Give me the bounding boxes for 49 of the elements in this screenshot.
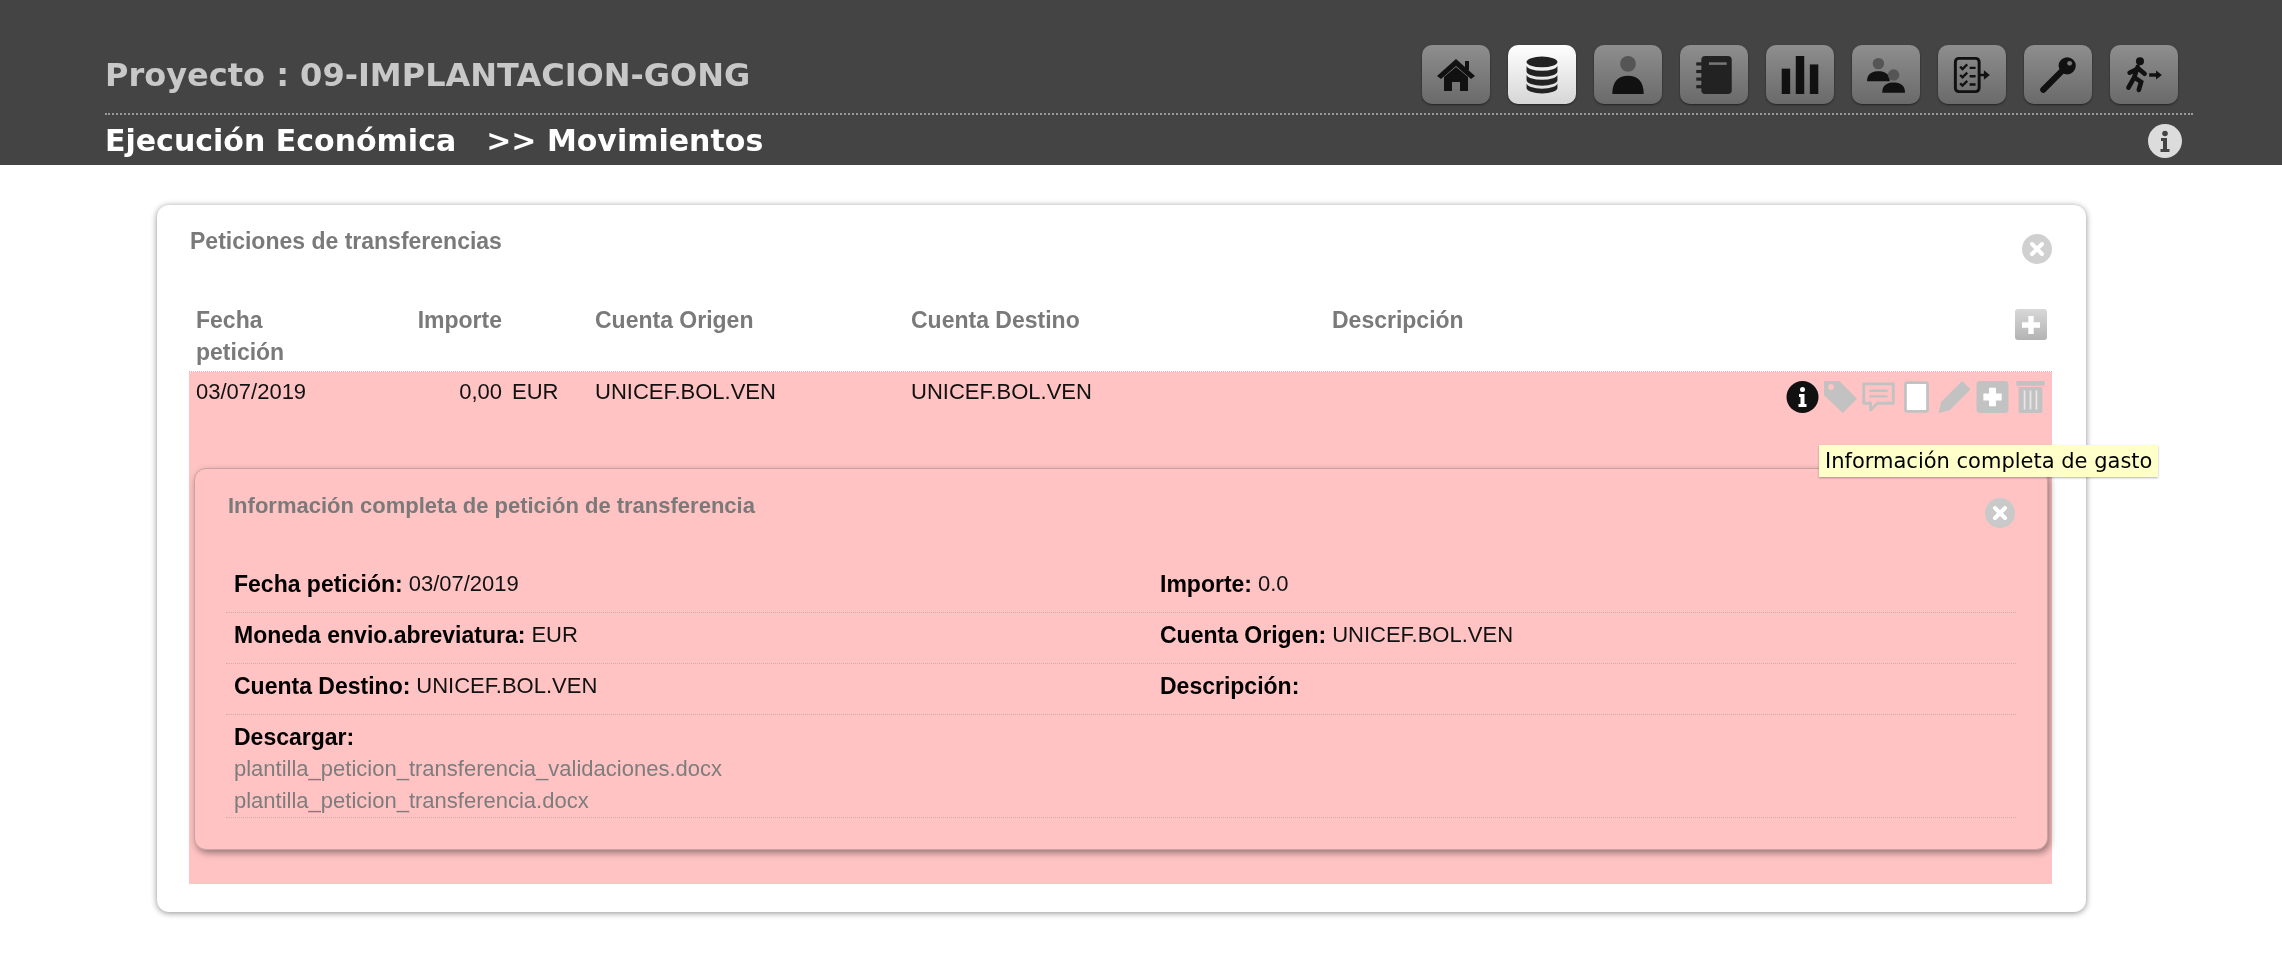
home-button[interactable]: [1422, 45, 1490, 104]
checklist-button[interactable]: [1938, 45, 2006, 104]
users-button[interactable]: [1852, 45, 1920, 104]
info-icon[interactable]: [1786, 381, 1819, 413]
key-button[interactable]: [2024, 45, 2092, 104]
plus-icon: [2022, 315, 2040, 334]
column-header: Descripción: [1332, 306, 1465, 335]
notebook-icon: [1695, 55, 1733, 94]
field-value: 0.0: [1258, 570, 1289, 598]
users-icon: [1867, 55, 1905, 94]
breadcrumb-link[interactable]: Ejecución Económica: [105, 123, 457, 159]
table-cell-text: 03/07/2019: [196, 378, 308, 406]
exit-button[interactable]: [2110, 45, 2178, 104]
field-value: UNICEF.BOL.VEN: [1332, 621, 1514, 649]
column-header: Cuenta Destino: [911, 306, 1081, 335]
download-label: Descargar:: [234, 723, 355, 752]
user-button[interactable]: [1594, 45, 1662, 104]
breadcrumb-current: >> Movimientos: [486, 123, 764, 159]
file-link[interactable]: plantilla_peticion_transferencia_validaciones.docx: [234, 753, 722, 785]
database-button[interactable]: [1508, 45, 1576, 104]
info-icon[interactable]: [2148, 124, 2182, 158]
table-cell-text: UNICEF.BOL.VEN: [595, 378, 777, 406]
user-icon: [1609, 55, 1647, 94]
field-value: EUR: [531, 621, 578, 649]
table-cell-text: UNICEF.BOL.VEN: [911, 378, 1093, 406]
column-header: Fecha petición: [196, 306, 286, 367]
field-label: Importe:: [1160, 570, 1252, 599]
field-value: UNICEF.BOL.VEN: [416, 672, 598, 700]
tooltip: Información completa de gasto: [1819, 445, 2159, 477]
field-label: Descripción:: [1160, 672, 1300, 701]
panel-title: Peticiones de transferencias: [189, 227, 502, 256]
table-cell-text: EUR: [511, 378, 560, 406]
column-header: Importe: [416, 306, 502, 335]
file-link[interactable]: plantilla_peticion_transferencia.docx: [234, 785, 589, 817]
field-label: Cuenta Origen:: [1160, 621, 1327, 650]
details-title: Información completa de petición de transferencia: [228, 492, 755, 520]
table-cell-text: 0,00: [458, 378, 502, 406]
field-value: 03/07/2019: [408, 570, 519, 598]
bar-chart-icon: [1781, 55, 1819, 94]
checklist-arrow-icon: [1953, 55, 1991, 94]
field-label: Moneda envio.abreviatura:: [234, 621, 526, 650]
running-person-arrow-icon: [2125, 55, 2163, 94]
column-header: Cuenta Origen: [595, 306, 755, 335]
chart-button[interactable]: [1766, 45, 1834, 104]
project-title: Proyecto : 09-IMPLANTACION-GONG: [105, 54, 751, 95]
key-icon: [2039, 55, 2077, 94]
field-label: Fecha petición:: [234, 570, 403, 599]
notebook-button[interactable]: [1680, 45, 1748, 104]
field-label: Cuenta Destino:: [234, 672, 411, 701]
